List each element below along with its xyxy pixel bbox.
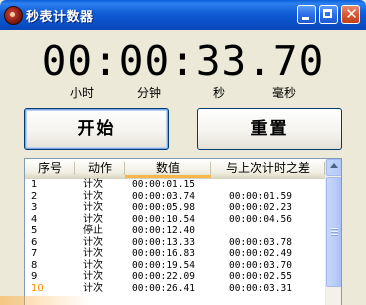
cell-value: 00:00:01.15 bbox=[132, 179, 195, 190]
scroll-thumb[interactable] bbox=[326, 177, 341, 287]
lap-list[interactable]: 序号 动作 数值 与上次计时之差 1 计次 00:00:01.15 2 计次 0… bbox=[24, 158, 342, 305]
cell-action: 计次 bbox=[83, 190, 103, 202]
table-row[interactable]: 9 计次 00:00:22.09 00:00:02.55 bbox=[25, 271, 325, 283]
scroll-up-button[interactable] bbox=[326, 159, 341, 176]
cell-value: 00:00:26.41 bbox=[132, 282, 195, 294]
table-row[interactable]: 1 计次 00:00:01.15 bbox=[25, 179, 325, 191]
cell-seq: 7 bbox=[31, 248, 38, 259]
cell-seq: 1 bbox=[31, 179, 38, 190]
unit-second-label: 秒 bbox=[213, 86, 226, 100]
vertical-scrollbar[interactable] bbox=[325, 159, 341, 305]
cell-action: 计次 bbox=[83, 248, 103, 259]
window-title: 秒表计数器 bbox=[26, 10, 94, 25]
cell-seq: 8 bbox=[31, 259, 38, 271]
column-header-diff[interactable]: 与上次计时之差 bbox=[211, 159, 325, 178]
cell-value: 00:00:19.54 bbox=[132, 259, 195, 271]
cell-seq: 5 bbox=[31, 225, 38, 236]
cell-value: 00:00:10.54 bbox=[132, 213, 195, 225]
focus-glow bbox=[0, 296, 90, 305]
table-row[interactable]: 7 计次 00:00:16.83 00:00:02.49 bbox=[25, 248, 325, 260]
column-header-seq[interactable]: 序号 bbox=[25, 159, 75, 178]
cell-action: 停止 bbox=[83, 225, 103, 236]
title-bar[interactable]: 秒表计数器 ✕ bbox=[0, 0, 366, 30]
cell-value: 00:00:13.33 bbox=[132, 236, 195, 248]
cell-seq: 4 bbox=[31, 213, 38, 225]
table-row[interactable]: 3 计次 00:00:05.98 00:00:02.23 bbox=[25, 202, 325, 214]
cell-diff: 00:00:02.55 bbox=[229, 271, 292, 282]
unit-millisecond-label: 毫秒 bbox=[272, 86, 297, 100]
table-row[interactable]: 5 停止 00:00:12.40 bbox=[25, 225, 325, 237]
table-row[interactable]: 6 计次 00:00:13.33 00:00:03.78 bbox=[25, 237, 325, 249]
cell-value: 00:00:16.83 bbox=[132, 248, 195, 259]
cell-action: 计次 bbox=[83, 236, 103, 248]
cell-diff: 00:00:02.23 bbox=[229, 202, 292, 213]
cell-action: 计次 bbox=[83, 202, 103, 213]
cell-diff: 00:00:04.56 bbox=[229, 213, 292, 225]
cell-diff: 00:00:03.70 bbox=[229, 259, 292, 271]
start-button[interactable]: 开始 bbox=[24, 108, 169, 150]
grip-line bbox=[331, 234, 338, 236]
cell-diff: 00:00:03.31 bbox=[229, 282, 292, 294]
minimize-icon bbox=[302, 17, 309, 20]
grip-line bbox=[331, 231, 338, 233]
time-display: 00:00:33.70 bbox=[41, 37, 325, 85]
cell-action: 计次 bbox=[83, 282, 103, 294]
close-button[interactable]: ✕ bbox=[341, 5, 360, 24]
cell-action: 计次 bbox=[83, 213, 103, 225]
table-row[interactable]: 2 计次 00:00:03.74 00:00:01.59 bbox=[25, 191, 325, 203]
cell-seq: 9 bbox=[31, 271, 38, 282]
list-body: 1 计次 00:00:01.15 2 计次 00:00:03.74 00:00:… bbox=[25, 179, 325, 294]
list-header: 序号 动作 数值 与上次计时之差 bbox=[25, 159, 325, 179]
cell-seq: 10 bbox=[31, 282, 44, 294]
stopwatch-icon[interactable] bbox=[4, 6, 23, 25]
arrow-up-icon bbox=[330, 163, 338, 168]
maximize-button[interactable] bbox=[319, 5, 338, 24]
table-row[interactable]: 10 计次 00:00:26.41 00:00:03.31 bbox=[25, 283, 325, 295]
cell-seq: 6 bbox=[31, 236, 38, 248]
stopwatch-window: 秒表计数器 ✕ 00:00:33.70 小时 分钟 秒 毫秒 开始 重置 序号 … bbox=[0, 0, 366, 305]
cell-diff: 00:00:01.59 bbox=[229, 190, 292, 202]
cell-value: 00:00:05.98 bbox=[132, 202, 195, 213]
cell-seq: 3 bbox=[31, 202, 38, 213]
cell-diff: 00:00:02.49 bbox=[229, 248, 292, 259]
column-header-value[interactable]: 数值 bbox=[125, 159, 211, 178]
unit-hour-label: 小时 bbox=[70, 86, 95, 100]
grip-line bbox=[331, 228, 338, 230]
cell-action: 计次 bbox=[83, 271, 103, 282]
cell-action: 计次 bbox=[83, 259, 103, 271]
table-row[interactable]: 8 计次 00:00:19.54 00:00:03.70 bbox=[25, 260, 325, 272]
cell-action: 计次 bbox=[83, 179, 103, 190]
cell-value: 00:00:22.09 bbox=[132, 271, 195, 282]
cell-value: 00:00:03.74 bbox=[132, 190, 195, 202]
unit-minute-label: 分钟 bbox=[137, 86, 162, 100]
reset-button[interactable]: 重置 bbox=[197, 108, 342, 150]
cell-value: 00:00:12.40 bbox=[132, 225, 195, 236]
maximize-icon bbox=[323, 9, 332, 18]
minimize-button[interactable] bbox=[297, 5, 316, 24]
table-row[interactable]: 4 计次 00:00:10.54 00:00:04.56 bbox=[25, 214, 325, 226]
cell-seq: 2 bbox=[31, 190, 38, 202]
close-icon: ✕ bbox=[345, 5, 358, 23]
column-header-action[interactable]: 动作 bbox=[75, 159, 125, 178]
cell-diff: 00:00:03.78 bbox=[229, 236, 292, 248]
